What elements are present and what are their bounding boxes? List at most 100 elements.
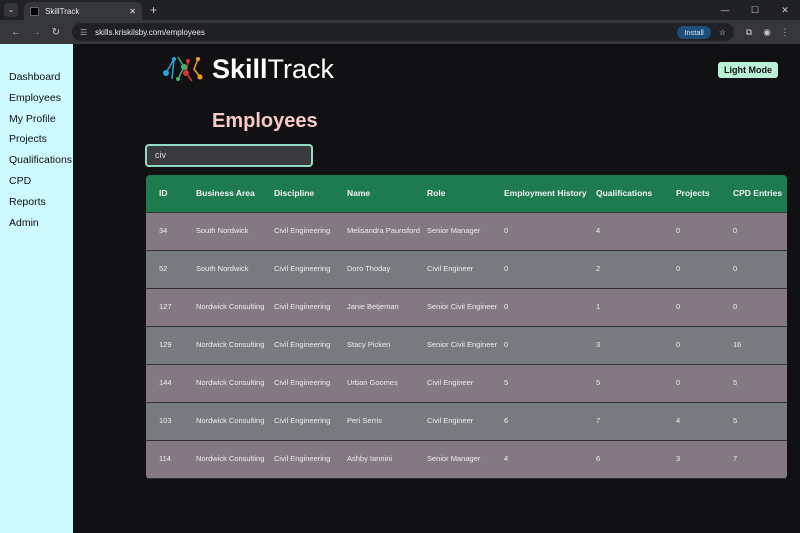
- table-row[interactable]: 144 Nordwick Consulting Civil Engineering U…: [146, 365, 787, 403]
- cell-qualifications: 7: [596, 416, 601, 426]
- cell-projects: 0: [676, 302, 681, 312]
- header-qualifications[interactable]: Qualifications: [596, 187, 676, 199]
- tab-title: SkillTrack: [45, 6, 80, 16]
- cell-name: Doro Thoday: [347, 264, 391, 274]
- cell-name: Janie Betjeman: [347, 302, 399, 312]
- cell-role: Senior Civil Engineer: [427, 340, 498, 350]
- header-cpd-entries[interactable]: CPD Entries: [733, 187, 783, 199]
- cell-qualifications: 5: [596, 378, 601, 388]
- cell-qualifications: 1: [596, 302, 601, 312]
- cell-projects: 0: [676, 264, 681, 274]
- cell-discipline: Civil Engineering: [274, 340, 331, 350]
- menu-icon[interactable]: ⋮: [776, 27, 794, 38]
- cell-discipline: Civil Engineering: [274, 416, 331, 426]
- cell-id: 52: [159, 264, 168, 274]
- sidebar-item-employees[interactable]: Employees: [0, 88, 73, 109]
- browser-tab[interactable]: SkillTrack ✕: [24, 2, 142, 20]
- logo-skill: Skill: [212, 53, 268, 84]
- cell-business-area: Nordwick Consulting: [196, 416, 265, 426]
- close-tab-icon[interactable]: ✕: [129, 7, 136, 16]
- maximize-button[interactable]: ☐: [740, 0, 770, 20]
- cell-id: 129: [159, 340, 172, 350]
- address-bar[interactable]: ☰ skills.kriskilsby.com/employees Instal…: [72, 23, 734, 41]
- skilltrack-logo[interactable]: SkillTrack: [162, 53, 334, 85]
- browser-tab-strip: ⌄ SkillTrack ✕ + — ☐ ✕: [0, 0, 800, 20]
- table-row[interactable]: 127 Nordwick Consulting Civil Engineering J…: [146, 289, 787, 327]
- header-business-area[interactable]: Business Area: [196, 187, 274, 199]
- back-icon[interactable]: ←: [6, 27, 26, 38]
- cell-employment-history: 0: [504, 226, 509, 236]
- cell-id: 103: [159, 416, 172, 426]
- cell-qualifications: 3: [596, 340, 601, 350]
- browser-toolbar: ← → ↻ ☰ skills.kriskilsby.com/employees …: [0, 20, 800, 44]
- cell-id: 114: [159, 454, 171, 464]
- cell-discipline: Civil Engineering: [274, 378, 331, 388]
- employees-table: ID Business Area Discipline Name Role Em…: [146, 175, 787, 479]
- cell-employment-history: 0: [504, 340, 509, 350]
- cell-qualifications: 6: [596, 454, 601, 464]
- cell-business-area: Nordwick Consulting: [196, 454, 265, 464]
- minimize-button[interactable]: —: [710, 0, 740, 20]
- light-mode-button[interactable]: Light Mode: [718, 62, 778, 78]
- header-name[interactable]: Name: [347, 187, 427, 199]
- table-row[interactable]: 52 South Nordwick Civil Engineering Doro Th…: [146, 251, 787, 289]
- cell-name: Urban Goomes: [347, 378, 398, 388]
- table-header-row: ID Business Area Discipline Name Role Em…: [146, 175, 787, 213]
- logo-network-icon: [163, 56, 203, 82]
- new-tab-button[interactable]: +: [150, 3, 157, 17]
- cell-business-area: South Nordwick: [196, 226, 249, 236]
- cell-role: Civil Engineer: [427, 378, 474, 388]
- forward-icon[interactable]: →: [26, 27, 46, 38]
- search-input[interactable]: civ: [145, 144, 313, 167]
- cell-role: Senior Manager: [427, 226, 481, 236]
- cell-discipline: Civil Engineering: [274, 302, 331, 312]
- cell-business-area: Nordwick Consulting: [196, 340, 265, 350]
- bookmark-star-icon[interactable]: ☆: [719, 28, 726, 37]
- cell-id: 127: [159, 302, 172, 312]
- cell-discipline: Civil Engineering: [274, 264, 331, 274]
- header-discipline[interactable]: Discipline: [274, 187, 347, 199]
- header-employment-history[interactable]: Employment History: [504, 187, 596, 199]
- header-projects[interactable]: Projects: [676, 187, 733, 199]
- sidebar: Dashboard Employees My Profile Projects …: [0, 44, 73, 533]
- header-role[interactable]: Role: [427, 187, 504, 199]
- sidebar-item-dashboard[interactable]: Dashboard: [0, 67, 73, 88]
- cell-employment-history: 0: [504, 302, 509, 312]
- table-row[interactable]: 34 South Nordwick Civil Engineering Melisan…: [146, 213, 787, 251]
- page-title: Employees: [212, 110, 318, 132]
- cell-role: Civil Engineer: [427, 264, 474, 274]
- cell-employment-history: 5: [504, 378, 509, 388]
- install-button[interactable]: Install: [677, 25, 711, 39]
- sidebar-item-cpd[interactable]: CPD: [0, 171, 73, 192]
- sidebar-item-my-profile[interactable]: My Profile: [0, 109, 73, 130]
- cell-employment-history: 4: [504, 454, 509, 464]
- cell-role: Civil Engineer: [427, 416, 474, 426]
- reload-icon[interactable]: ↻: [46, 27, 66, 38]
- favicon-icon: [30, 6, 39, 16]
- cell-name: Melisandra Paunsford: [347, 226, 420, 236]
- logo-track: Track: [267, 53, 335, 84]
- sidebar-item-qualifications[interactable]: Qualifications: [0, 150, 73, 171]
- cell-projects: 0: [676, 378, 681, 388]
- cell-qualifications: 4: [596, 226, 601, 236]
- cell-id: 144: [159, 378, 172, 388]
- profile-icon[interactable]: ◉: [758, 27, 776, 38]
- cell-projects: 3: [676, 454, 681, 464]
- table-row[interactable]: 114 Nordwick Consulting Civil Engineering A…: [146, 441, 787, 479]
- cell-role: Senior Manager: [427, 454, 481, 464]
- cell-cpd-entries: 5: [733, 416, 738, 426]
- extensions-icon[interactable]: ⧉: [740, 27, 758, 38]
- sidebar-item-projects[interactable]: Projects: [0, 129, 73, 150]
- tab-search-button[interactable]: ⌄: [4, 3, 18, 17]
- table-row[interactable]: 103 Nordwick Consulting Civil Engineering P…: [146, 403, 787, 441]
- cell-business-area: South Nordwick: [196, 264, 249, 274]
- cell-employment-history: 0: [504, 264, 509, 274]
- close-window-button[interactable]: ✕: [770, 0, 800, 20]
- table-row[interactable]: 129 Nordwick Consulting Civil Engineering S…: [146, 327, 787, 365]
- header-id[interactable]: ID: [146, 187, 196, 199]
- cell-projects: 0: [676, 226, 681, 236]
- cell-cpd-entries: 0: [733, 264, 738, 274]
- site-info-icon[interactable]: ☰: [80, 28, 87, 37]
- sidebar-item-admin[interactable]: Admin: [0, 213, 73, 234]
- sidebar-item-reports[interactable]: Reports: [0, 192, 73, 213]
